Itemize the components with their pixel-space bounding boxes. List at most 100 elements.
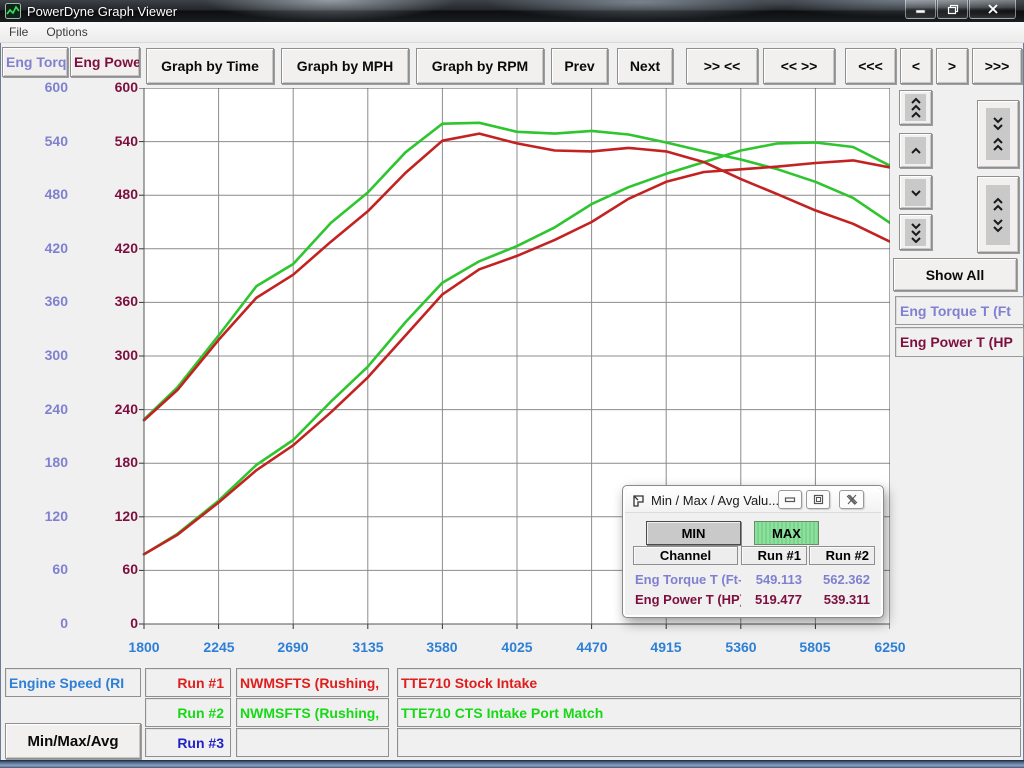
close-icon	[987, 4, 999, 14]
y-scale-down-fast-button[interactable]	[899, 214, 932, 250]
y-axis-power-tick-label: 480	[78, 186, 138, 202]
y-axis-torque-tick-label: 120	[8, 508, 68, 524]
y-axis-channel-torque-button[interactable]: Eng Torq	[2, 47, 68, 77]
graph-by-time-button[interactable]: Graph by Time	[146, 48, 274, 84]
prev-button[interactable]: Prev	[551, 48, 608, 84]
y-scale-down-button[interactable]	[899, 175, 932, 209]
y-scale-up-fast-button[interactable]	[899, 90, 932, 125]
y-axis-torque-tick-label: 180	[8, 454, 68, 470]
show-all-button[interactable]: Show All	[893, 258, 1017, 291]
run2-file-box: NWMSFTS (Rushing,	[236, 698, 389, 727]
chevron-down-icon	[908, 188, 924, 197]
run2-label-box: Run #2	[145, 698, 231, 727]
x-axis-tick-label: 4470	[567, 639, 617, 655]
right-channel-power-box[interactable]: Eng Power T (HP	[895, 327, 1024, 357]
minmax-maximize-button[interactable]	[806, 490, 830, 509]
minmax-col-channel: Channel	[633, 546, 738, 565]
y-axis-torque-tick-label: 420	[8, 240, 68, 256]
y-axis-power-tick-label: 180	[78, 454, 138, 470]
restore-button[interactable]	[937, 0, 968, 19]
y-axis-power-tick-label: 360	[78, 293, 138, 309]
minmax-close-button[interactable]	[839, 490, 864, 509]
menu-bar: File Options	[0, 22, 1024, 43]
minmax-row-power-run2: 539.311	[809, 592, 870, 607]
close-button[interactable]	[969, 0, 1016, 19]
x-axis-tick-label: 2690	[268, 639, 318, 655]
x-axis-tick-label: 6250	[865, 639, 915, 655]
y-axis-torque-tick-label: 540	[8, 133, 68, 149]
minmax-col-run1: Run #1	[741, 546, 807, 565]
x-axis-tick-label: 3580	[417, 639, 467, 655]
run1-label-box: Run #1	[145, 668, 231, 697]
triple-chevron-up-icon	[908, 97, 924, 118]
minmax-window[interactable]: Min / Max / Avg Valu... MIN MAX Channel …	[622, 485, 884, 618]
minmax-col-run2: Run #2	[809, 546, 875, 565]
minmax-row-torque-channel: Eng Torque T (Ft-	[635, 572, 741, 587]
menu-file[interactable]: File	[0, 23, 37, 41]
x-axis-tick-label: 4025	[492, 639, 542, 655]
y-axis-torque-tick-label: 480	[8, 186, 68, 202]
run2-desc-box: TTE710 CTS Intake Port Match	[397, 698, 1021, 727]
y-axis-power-tick-label: 120	[78, 508, 138, 524]
window-title: PowerDyne Graph Viewer	[27, 4, 177, 19]
minmax-minimize-button[interactable]	[778, 490, 802, 509]
minmax-window-title: Min / Max / Avg Valu...	[651, 493, 779, 508]
x-axis-tick-label: 5805	[790, 639, 840, 655]
run1-desc-box: TTE710 Stock Intake	[397, 668, 1021, 697]
scroll-fast-left-button[interactable]: <<<	[845, 48, 896, 84]
minmax-row-torque-run2: 562.362	[809, 572, 870, 587]
x-axis-channel-button[interactable]: Engine Speed (RI	[5, 668, 141, 697]
y-axis-power-tick-label: 60	[78, 561, 138, 577]
y-axis-torque-tick-label: 240	[8, 401, 68, 417]
run1-file-box: NWMSFTS (Rushing,	[236, 668, 389, 697]
run3-file-box	[236, 728, 389, 757]
scroll-fast-right-button[interactable]: >>>	[972, 48, 1022, 84]
chevrons-diverge-icon	[990, 197, 1006, 233]
next-button[interactable]: Next	[617, 48, 673, 84]
y-axis-torque-tick-label: 300	[8, 347, 68, 363]
graph-by-rpm-button[interactable]: Graph by RPM	[416, 48, 544, 84]
graph-by-mph-button[interactable]: Graph by MPH	[281, 48, 409, 84]
zoom-in-x-button[interactable]: >> <<	[686, 48, 758, 84]
y-axis-power-tick-label: 600	[78, 79, 138, 95]
app-window: PowerDyne Graph Viewer File Options Eng …	[0, 0, 1024, 768]
minmax-row-power-run1: 519.477	[741, 592, 802, 607]
scroll-right-button[interactable]: >	[936, 48, 968, 84]
min-toggle-button[interactable]: MIN	[646, 521, 741, 545]
window-bottom-frame	[0, 760, 1024, 768]
x-axis-tick-label: 2245	[194, 639, 244, 655]
minimize-button[interactable]	[905, 0, 936, 19]
menu-options[interactable]: Options	[37, 23, 96, 41]
x-axis-tick-label: 4915	[641, 639, 691, 655]
run3-label-box: Run #3	[145, 728, 231, 757]
y-axis-channel-power-button[interactable]: Eng Powe	[70, 47, 140, 77]
scroll-left-button[interactable]: <	[900, 48, 932, 84]
minmaxavg-button[interactable]: Min/Max/Avg	[5, 723, 141, 759]
y-zoom-out-button[interactable]	[977, 176, 1019, 253]
y-scale-up-button[interactable]	[899, 133, 932, 168]
minmax-maximize-icon	[813, 494, 824, 505]
minmax-row-torque-run1: 549.113	[741, 572, 802, 587]
minmax-row-power-channel: Eng Power T (HP)	[635, 592, 741, 607]
x-axis-tick-label: 1800	[119, 639, 169, 655]
run3-desc-box	[397, 728, 1021, 757]
y-axis-torque-tick-label: 360	[8, 293, 68, 309]
minmax-window-icon	[632, 494, 645, 507]
y-axis-power-tick-label: 300	[78, 347, 138, 363]
minimize-icon	[915, 4, 927, 14]
y-axis-power-tick-label: 540	[78, 133, 138, 149]
minmax-close-icon	[846, 494, 858, 505]
chevrons-converge-icon	[990, 116, 1006, 152]
right-channel-torque-box[interactable]: Eng Torque T (Ft	[895, 296, 1024, 325]
y-axis-power-tick-label: 0	[78, 615, 138, 631]
y-axis-power-tick-label: 420	[78, 240, 138, 256]
zoom-out-x-button[interactable]: << >>	[763, 48, 835, 84]
x-axis-tick-label: 3135	[343, 639, 393, 655]
max-toggle-button[interactable]: MAX	[754, 521, 819, 545]
y-zoom-in-button[interactable]	[977, 100, 1019, 168]
minmax-minimize-icon	[784, 495, 796, 504]
title-bar[interactable]: PowerDyne Graph Viewer	[0, 0, 1024, 22]
y-axis-power-tick-label: 240	[78, 401, 138, 417]
app-icon	[5, 3, 21, 19]
x-axis-tick-label: 5360	[716, 639, 766, 655]
